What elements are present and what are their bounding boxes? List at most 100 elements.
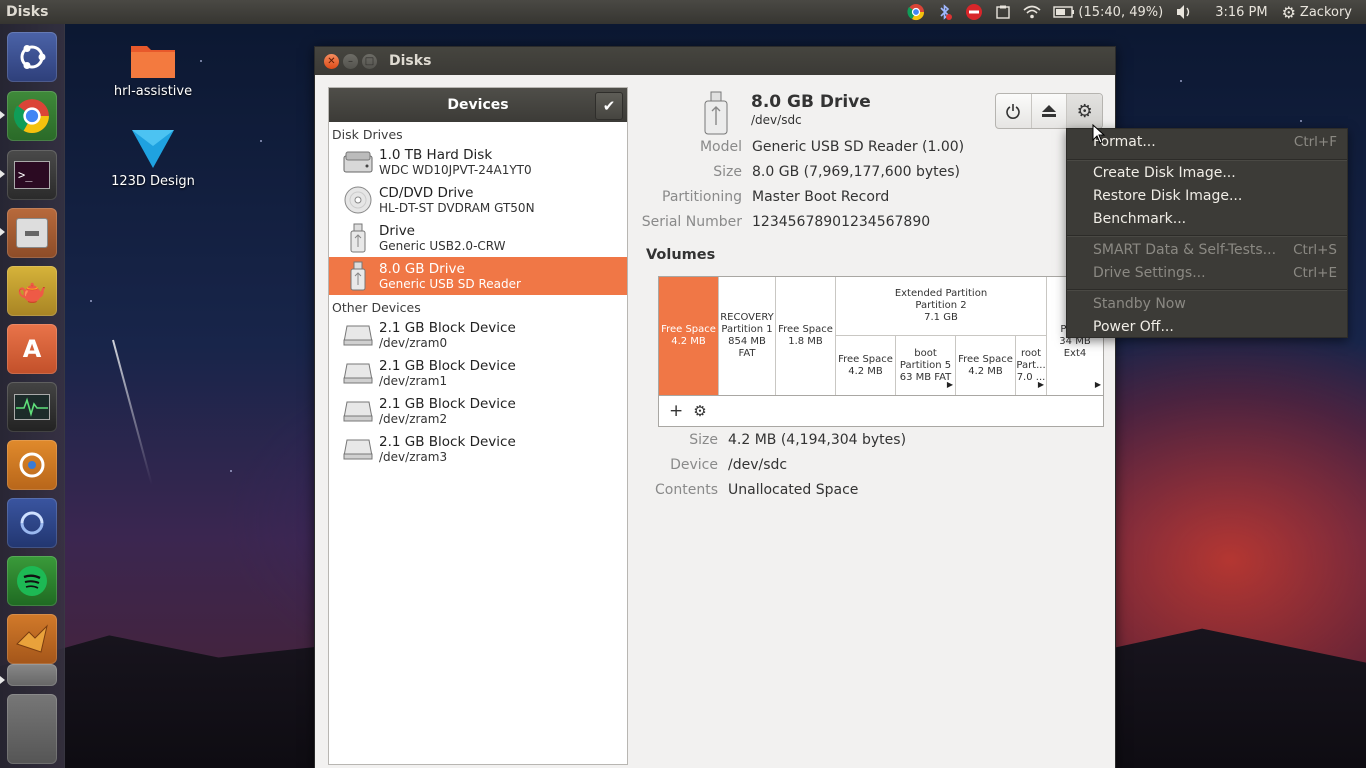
volume-label: Free Space bbox=[838, 353, 893, 365]
volume-extended[interactable]: Extended Partition Partition 2 7.1 GB bbox=[836, 277, 1047, 336]
volume-free-space-selected[interactable]: Free Space 4.2 MB bbox=[659, 277, 719, 395]
software-center-icon[interactable]: A bbox=[7, 324, 57, 374]
chrome-icon[interactable] bbox=[7, 91, 57, 141]
software-updater-icon[interactable] bbox=[7, 498, 57, 548]
files-icon[interactable] bbox=[7, 208, 57, 258]
mouse-cursor-icon bbox=[1092, 124, 1106, 144]
volume-contents-value: Unallocated Space bbox=[728, 482, 859, 498]
desktop-icon-label: 123D Design bbox=[111, 174, 195, 189]
device-name: CD/DVD Drive bbox=[379, 185, 474, 201]
menu-item-shortcut: Ctrl+E bbox=[1293, 265, 1337, 281]
volume-root[interactable]: root Part... 7.0 ... ▶ bbox=[1016, 336, 1047, 395]
drive-toolbar: ⚙ bbox=[995, 93, 1103, 129]
launcher: >_ 🫖 A bbox=[0, 24, 65, 768]
matlab-icon[interactable] bbox=[7, 614, 57, 664]
menu-item-power-off[interactable]: Power Off... bbox=[1093, 317, 1343, 337]
terminal-icon[interactable]: >_ bbox=[7, 150, 57, 200]
menu-item-create-disk-image[interactable]: Create Disk Image... bbox=[1093, 163, 1343, 183]
do-not-disturb-icon[interactable] bbox=[959, 0, 989, 24]
add-partition-icon[interactable]: + bbox=[669, 401, 683, 421]
device-model: Generic USB SD Reader bbox=[379, 277, 521, 291]
power-icon bbox=[1006, 104, 1021, 119]
menu-item-restore-disk-image[interactable]: Restore Disk Image... bbox=[1093, 186, 1343, 206]
volume-recovery[interactable]: RECOVERY Partition 1 854 MB FAT bbox=[719, 277, 776, 395]
menu-item-label: Restore Disk Image... bbox=[1093, 188, 1243, 204]
device-name: 2.1 GB Block Device bbox=[379, 396, 516, 412]
battery-text: (15:40, 49%) bbox=[1078, 4, 1164, 20]
device-name: 2.1 GB Block Device bbox=[379, 434, 516, 450]
device-row-selected[interactable]: 8.0 GB Drive Generic USB SD Reader bbox=[329, 257, 627, 295]
gear-icon[interactable]: ⚙ bbox=[693, 402, 706, 420]
volume-icon[interactable] bbox=[1169, 0, 1199, 24]
menu-item-format[interactable]: Format... Ctrl+F bbox=[1093, 132, 1343, 152]
device-path: /dev/zram1 bbox=[379, 374, 448, 388]
device-name: 2.1 GB Block Device bbox=[379, 320, 516, 336]
close-icon[interactable]: ✕ bbox=[324, 53, 339, 69]
wifi-icon[interactable] bbox=[1017, 0, 1047, 24]
device-row[interactable]: 2.1 GB Block Device/dev/zram2 bbox=[329, 392, 627, 430]
volume-label: Free Space bbox=[661, 324, 716, 335]
drive-options-button[interactable]: ⚙ bbox=[1067, 94, 1103, 128]
device-row[interactable]: CD/DVD Drive HL-DT-ST DVDRAM GT50N bbox=[329, 181, 627, 219]
session-menu[interactable]: ⚙ Zackory bbox=[1274, 0, 1358, 24]
desktop-icon-123d-design[interactable]: 123D Design bbox=[103, 126, 203, 189]
clock[interactable]: 3:16 PM bbox=[1199, 0, 1273, 24]
device-row[interactable]: 2.1 GB Block Device/dev/zram0 bbox=[329, 316, 627, 354]
eject-icon bbox=[1042, 105, 1056, 117]
device-path: /dev/zram3 bbox=[379, 450, 448, 464]
device-row[interactable]: 2.1 GB Block Device/dev/zram1 bbox=[329, 354, 627, 392]
device-model: WDC WD10JPVT-24A1YT0 bbox=[379, 163, 532, 177]
checkmark-icon[interactable]: ✔ bbox=[595, 92, 623, 120]
size-label: Size bbox=[713, 164, 742, 180]
power-off-button[interactable] bbox=[996, 94, 1032, 128]
desktop-icon-hrl-assistive[interactable]: hrl-assistive bbox=[103, 40, 203, 99]
device-name: Drive bbox=[379, 223, 415, 239]
device-row[interactable]: 1.0 TB Hard Disk WDC WD10JPVT-24A1YT0 bbox=[329, 143, 627, 181]
drive-title: 8.0 GB Drive bbox=[751, 92, 871, 112]
volume-free-space[interactable]: Free Space 4.2 MB bbox=[836, 336, 896, 395]
volume-boot[interactable]: boot Partition 5 63 MB FAT ▶ bbox=[896, 336, 956, 395]
volume-label: root bbox=[1020, 347, 1042, 359]
trash-icon[interactable] bbox=[7, 694, 57, 764]
usb-drive-icon[interactable] bbox=[7, 664, 57, 686]
battery-indicator[interactable]: (15:40, 49%) bbox=[1047, 0, 1169, 24]
menu-item-benchmark[interactable]: Benchmark... bbox=[1093, 209, 1343, 229]
chrome-tray-icon[interactable] bbox=[901, 0, 931, 24]
teapot-icon[interactable]: 🫖 bbox=[7, 266, 57, 316]
maximize-icon[interactable]: □ bbox=[362, 53, 377, 69]
devices-header-label: Devices bbox=[447, 97, 509, 113]
hard-disk-icon bbox=[341, 147, 375, 177]
play-icon: ▶ bbox=[946, 380, 953, 389]
drive-icon bbox=[703, 91, 729, 139]
ubuntu-dash-icon[interactable] bbox=[7, 32, 57, 82]
section-other-devices: Other Devices bbox=[332, 300, 421, 315]
volume-size-label: Size bbox=[689, 432, 718, 448]
menu-separator bbox=[1067, 289, 1347, 291]
menu-item-label: Standby Now bbox=[1093, 296, 1186, 312]
volume-partition: Partition 5 bbox=[899, 359, 952, 371]
system-monitor-icon[interactable] bbox=[7, 382, 57, 432]
menu-item-label: Drive Settings... bbox=[1093, 265, 1206, 281]
drive-path: /dev/sdc bbox=[751, 113, 802, 127]
menu-item-label: Create Disk Image... bbox=[1093, 165, 1236, 181]
minimize-icon[interactable]: – bbox=[343, 53, 358, 69]
device-path: /dev/zram2 bbox=[379, 412, 448, 426]
device-row[interactable]: 2.1 GB Block Device/dev/zram3 bbox=[329, 430, 627, 468]
volume-free-space[interactable]: Free Space 1.8 MB bbox=[776, 277, 836, 395]
play-icon: ▶ bbox=[1037, 380, 1044, 389]
partitioning-label: Partitioning bbox=[662, 189, 742, 205]
desktop-icon-label: hrl-assistive bbox=[113, 84, 193, 99]
usb-drive-icon bbox=[341, 223, 375, 253]
device-name: 2.1 GB Block Device bbox=[379, 358, 516, 374]
spotify-icon[interactable] bbox=[7, 556, 57, 606]
device-row[interactable]: Drive Generic USB2.0-CRW bbox=[329, 219, 627, 257]
clipboard-icon[interactable] bbox=[989, 0, 1017, 24]
menu-separator bbox=[1067, 235, 1347, 237]
eject-button[interactable] bbox=[1032, 94, 1068, 128]
volume-free-space[interactable]: Free Space 4.2 MB bbox=[956, 336, 1016, 395]
disks-window: ✕ – □ Disks Devices ✔ Disk Drives 1.0 TB… bbox=[314, 46, 1116, 768]
bluetooth-icon[interactable] bbox=[931, 0, 959, 24]
blender-icon[interactable] bbox=[7, 440, 57, 490]
active-app-title: Disks bbox=[6, 4, 49, 20]
device-name: 8.0 GB Drive bbox=[379, 261, 465, 277]
